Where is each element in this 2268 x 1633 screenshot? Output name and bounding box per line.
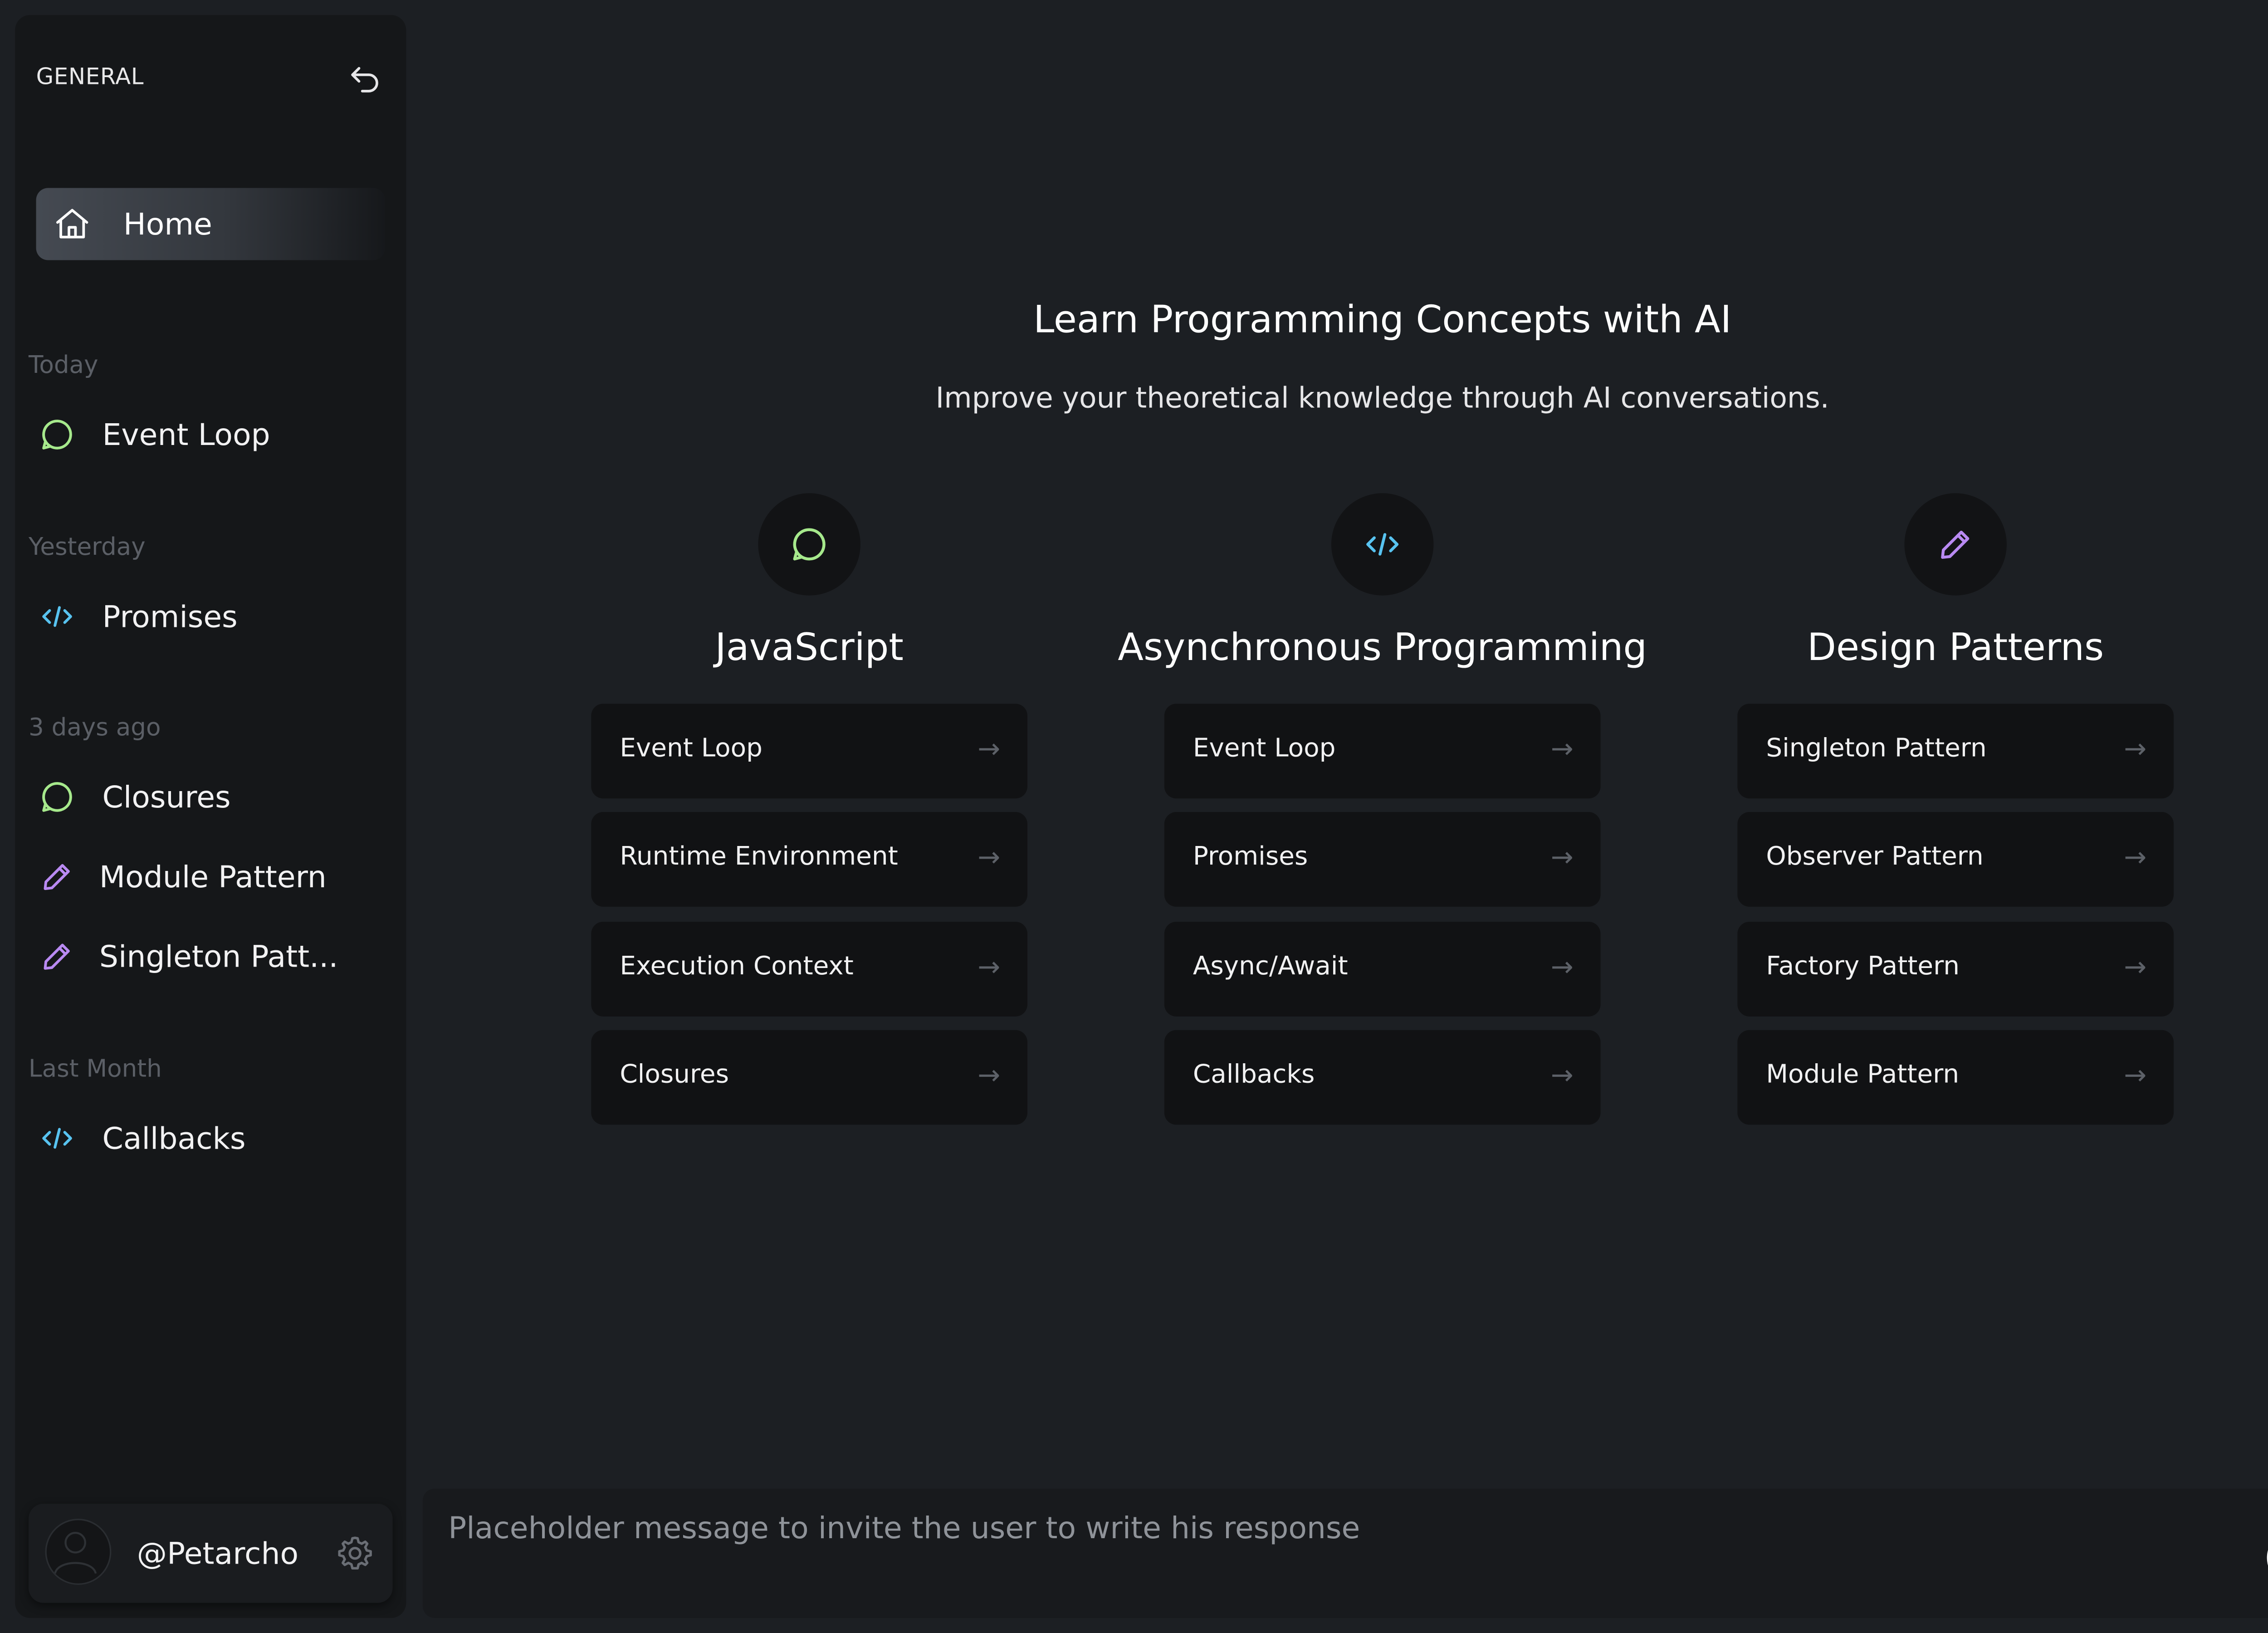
topic-card-event-loop[interactable]: Event Loop → (1164, 704, 1601, 799)
topic-card-module-pattern[interactable]: Module Pattern → (1737, 1030, 2174, 1125)
page-title: Learn Programming Concepts with AI (1033, 298, 1732, 342)
topic-card-observer-pattern[interactable]: Observer Pattern → (1737, 812, 2174, 907)
history-item-label: Event Loop (102, 416, 270, 453)
history-item-singleton-pattern[interactable]: Singleton Patt... (39, 929, 385, 983)
arrow-right-icon: → (2124, 733, 2147, 766)
topic-label: Execution Context (620, 952, 854, 982)
topic-card-runtime-environment[interactable]: Runtime Environment → (591, 812, 1028, 907)
topic-card-singleton-pattern[interactable]: Singleton Pattern → (1737, 704, 2174, 799)
topic-card-promises[interactable]: Promises → (1164, 812, 1601, 907)
history-item-label: Closures (102, 779, 231, 815)
sidebar: GENERAL Home Today Event Loop Yesterday … (15, 15, 406, 1618)
topic-label: Event Loop (620, 733, 763, 764)
history-item-promises[interactable]: Promises (39, 589, 385, 643)
arrow-right-icon: → (1550, 952, 1574, 983)
arrow-right-icon: → (978, 842, 1001, 874)
history-group-3-days-ago: 3 days ago (29, 713, 161, 742)
history-item-closures[interactable]: Closures (39, 770, 385, 824)
category-icon-badge (1904, 493, 2007, 596)
home-button[interactable]: Home (36, 188, 385, 260)
gear-icon[interactable] (336, 1534, 375, 1573)
page-subtitle: Improve your theoretical knowledge throu… (935, 381, 1829, 415)
history-item-label: Module Pattern (99, 858, 327, 895)
chat-bubble-icon (39, 779, 75, 815)
sidebar-title: GENERAL (36, 63, 144, 90)
topic-label: Factory Pattern (1766, 952, 1960, 982)
topic-label: Singleton Pattern (1766, 733, 1987, 764)
user-profile-card[interactable]: @Petarcho (29, 1503, 393, 1603)
topic-card-closures[interactable]: Closures → (591, 1030, 1028, 1125)
arrow-right-icon: → (2124, 842, 2147, 874)
history-item-callbacks[interactable]: Callbacks (39, 1111, 385, 1165)
chat-bubble-icon (39, 416, 75, 453)
history-item-label: Promises (102, 598, 238, 635)
code-icon (39, 1120, 75, 1157)
topic-label: Event Loop (1193, 733, 1336, 764)
history-item-event-loop[interactable]: Event Loop (39, 407, 385, 461)
avatar (45, 1519, 112, 1585)
undo-arrow-icon[interactable] (346, 60, 385, 99)
topic-label: Async/Await (1193, 952, 1348, 982)
history-item-label: Callbacks (102, 1120, 246, 1157)
arrow-right-icon: → (1550, 1060, 1574, 1092)
arrow-right-icon: → (2124, 952, 2147, 983)
history-group-last-month: Last Month (29, 1054, 162, 1083)
topic-label: Promises (1193, 842, 1308, 872)
topic-label: Module Pattern (1766, 1060, 1960, 1090)
arrow-right-icon: → (2124, 1060, 2147, 1092)
category-icon-badge (758, 493, 860, 596)
topic-label: Observer Pattern (1766, 842, 1984, 872)
pencil-icon (39, 859, 75, 895)
topic-card-callbacks[interactable]: Callbacks → (1164, 1030, 1601, 1125)
arrow-right-icon: → (1550, 842, 1574, 874)
topic-card-async-await[interactable]: Async/Await → (1164, 922, 1601, 1017)
sidebar-header: GENERAL (36, 60, 385, 97)
code-icon (39, 598, 75, 635)
history-item-module-pattern[interactable]: Module Pattern (39, 850, 385, 904)
pencil-icon (39, 938, 75, 974)
home-label: Home (123, 206, 212, 242)
topic-card-factory-pattern[interactable]: Factory Pattern → (1737, 922, 2174, 1017)
message-composer (422, 1488, 2268, 1618)
category-title: Design Patterns (1807, 625, 2104, 670)
app-root: GENERAL Home Today Event Loop Yesterday … (0, 0, 2268, 1633)
topic-label: Closures (620, 1060, 729, 1090)
topic-label: Callbacks (1193, 1060, 1315, 1090)
history-item-label: Singleton Patt... (99, 938, 338, 975)
history-group-today: Today (29, 350, 98, 379)
topic-card-event-loop[interactable]: Event Loop → (591, 704, 1028, 799)
arrow-right-icon: → (978, 1060, 1001, 1092)
category-icon-badge (1331, 493, 1434, 596)
topic-label: Runtime Environment (620, 842, 898, 872)
history-group-yesterday: Yesterday (29, 532, 146, 561)
message-input[interactable] (445, 1506, 2242, 1603)
arrow-right-icon: → (978, 952, 1001, 983)
arrow-right-icon: → (1550, 733, 1574, 766)
topic-card-execution-context[interactable]: Execution Context → (591, 922, 1028, 1017)
arrow-right-icon: → (978, 733, 1001, 766)
username: @Petarcho (137, 1535, 299, 1572)
home-icon (53, 205, 92, 244)
